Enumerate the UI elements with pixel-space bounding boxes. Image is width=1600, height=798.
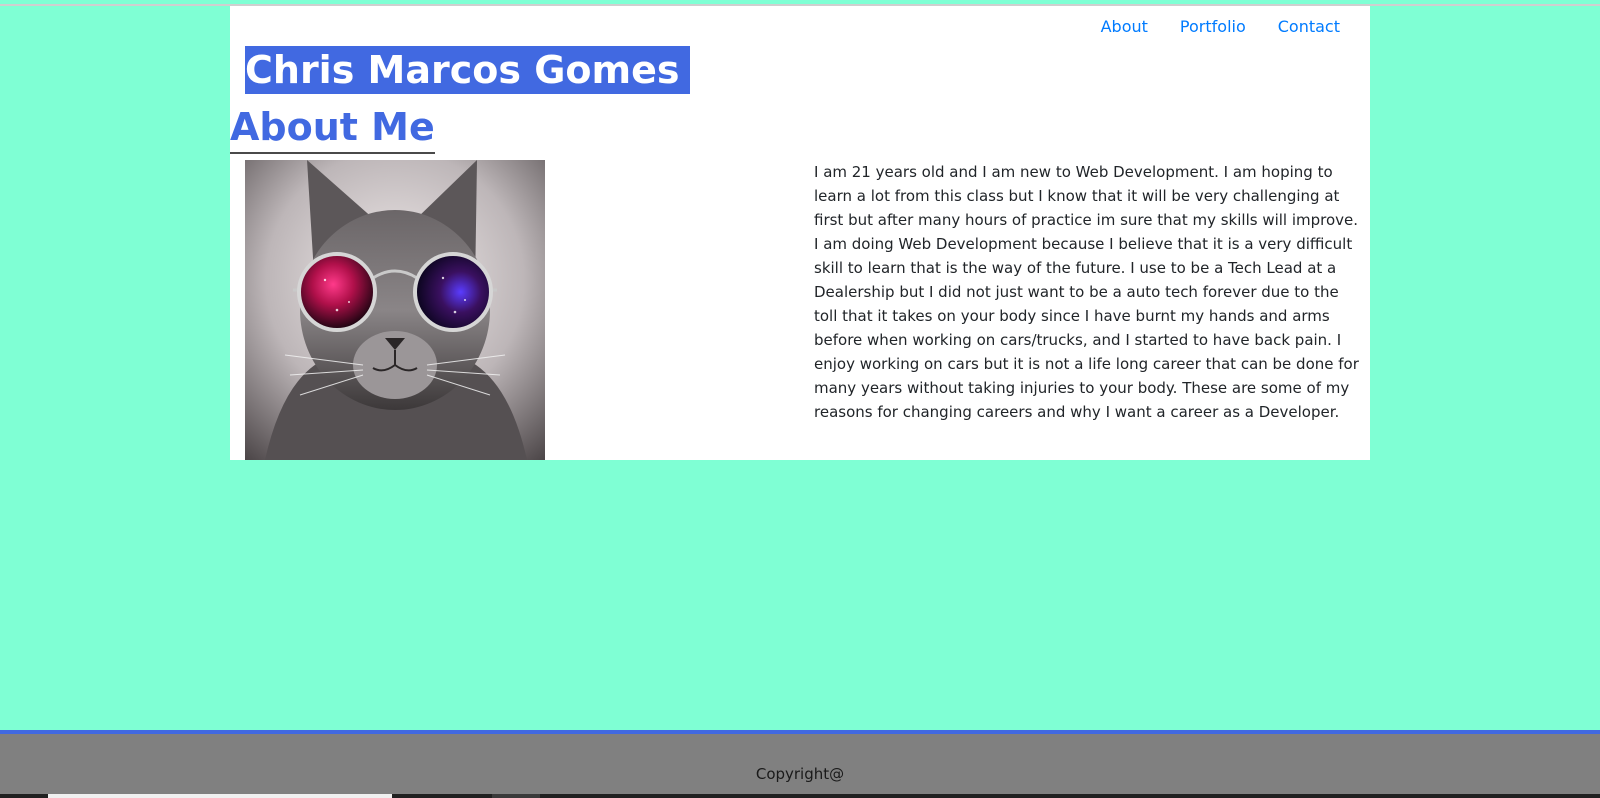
main-container: About Portfolio Contact Chris Marcos Gom…	[230, 6, 1370, 460]
cat-with-galaxy-sunglasses-photo	[265, 160, 527, 460]
about-heading: About Me	[230, 102, 435, 154]
profile-photo	[245, 160, 545, 460]
nav-link-contact[interactable]: Contact	[1278, 16, 1340, 38]
about-bio-text: I am 21 years old and I am new to Web De…	[814, 163, 1359, 421]
site-name-banner: Chris Marcos Gomes	[245, 46, 690, 94]
page-footer: Copyright@	[0, 730, 1600, 798]
taskbar-segment	[48, 794, 392, 798]
nav-link-portfolio[interactable]: Portfolio	[1180, 16, 1246, 38]
nav-link-about[interactable]: About	[1101, 16, 1148, 38]
taskbar-segment	[492, 794, 540, 798]
top-nav: About Portfolio Contact	[1101, 16, 1340, 38]
taskbar-strip	[0, 794, 1600, 798]
copyright-text: Copyright@	[755, 765, 845, 783]
